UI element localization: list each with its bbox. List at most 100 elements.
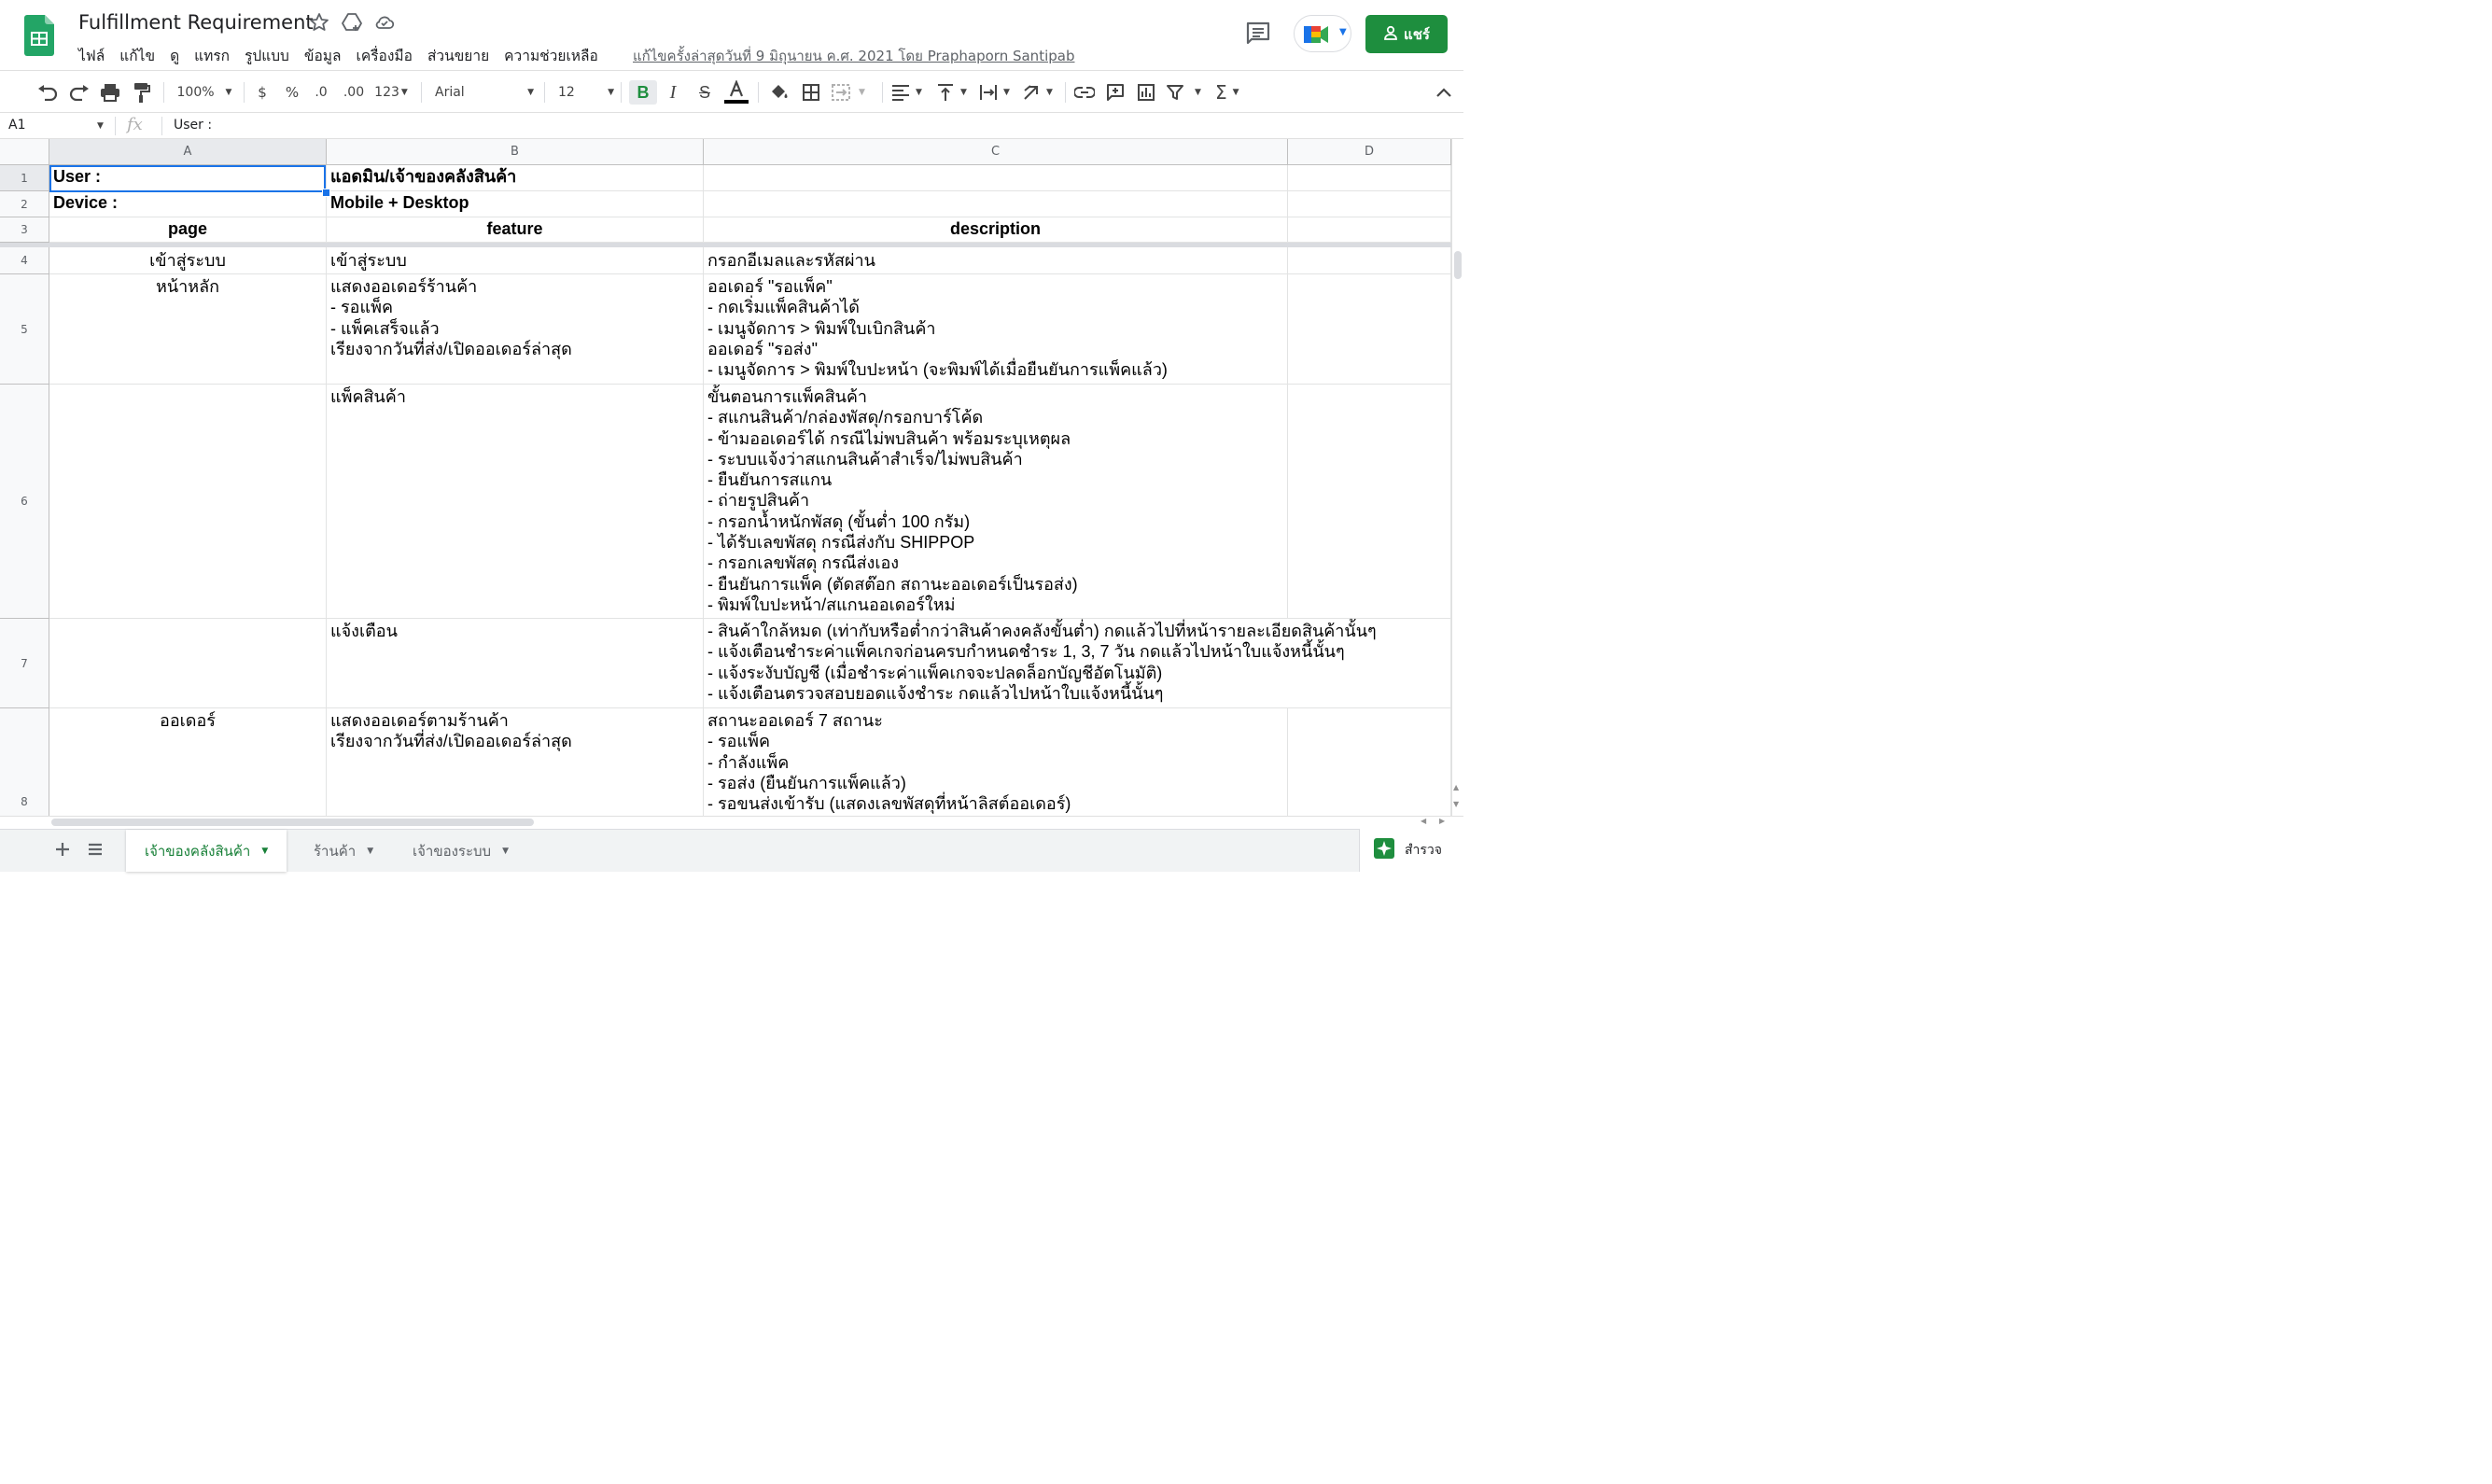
scroll-up-icon[interactable]: ▲ xyxy=(1453,783,1459,791)
menu-format[interactable]: รูปแบบ xyxy=(245,44,289,66)
cell-c5[interactable]: ออเดอร์ "รอแพ็ค" - กดเริ่มแพ็คสินค้าได้ … xyxy=(704,274,1288,385)
menu-insert[interactable]: แทรก xyxy=(194,44,230,66)
cell-a8[interactable]: ออเดอร์ xyxy=(49,708,327,816)
cell-a3[interactable]: page xyxy=(49,217,327,243)
sheet-tab-warehouse-owner[interactable]: เจ้าของคลังสินค้า ▼ xyxy=(126,830,287,872)
cell-a2[interactable]: Device : xyxy=(49,191,327,217)
menu-file[interactable]: ไฟล์ xyxy=(78,44,105,66)
text-color-icon[interactable] xyxy=(723,80,749,105)
chevron-down-icon[interactable]: ▼ xyxy=(502,847,509,856)
cell-a7[interactable] xyxy=(49,619,327,708)
menu-tools[interactable]: เครื่องมือ xyxy=(357,44,413,66)
cell-c6[interactable]: ขั้นตอนการแพ็คสินค้า - สแกนสินค้า/กล่องพ… xyxy=(704,385,1288,619)
menu-data[interactable]: ข้อมูล xyxy=(304,44,342,66)
column-header-b[interactable]: B xyxy=(327,139,704,165)
strikethrough-icon[interactable]: S xyxy=(693,80,717,105)
row-header[interactable]: 2 xyxy=(0,191,49,217)
scroll-left-icon[interactable]: ◀ xyxy=(1421,817,1426,825)
menu-extensions[interactable]: ส่วนขยาย xyxy=(427,44,489,66)
vertical-scrollbar[interactable] xyxy=(1451,139,1463,816)
row-header[interactable]: 1 xyxy=(0,165,49,191)
scroll-down-icon[interactable]: ▼ xyxy=(1453,800,1459,808)
cell-d5[interactable] xyxy=(1288,274,1451,385)
cell-d2[interactable] xyxy=(1288,191,1451,217)
increase-decimal-button[interactable]: .00 xyxy=(342,80,366,105)
cell-c7[interactable]: - สินค้าใกล้หมด (เท่ากับหรือต่ำกว่าสินค้… xyxy=(704,619,1377,708)
borders-icon[interactable] xyxy=(799,80,823,105)
cell-d3[interactable] xyxy=(1288,217,1451,243)
spreadsheet-grid[interactable]: A B C D 1 User : แอดมิน/เจ้าของคลังสินค้… xyxy=(0,139,1463,816)
chevron-down-icon[interactable]: ▼ xyxy=(97,121,104,131)
cell-d1[interactable] xyxy=(1288,165,1451,191)
formula-input[interactable]: User : xyxy=(174,118,212,133)
percent-format-button[interactable]: % xyxy=(282,80,302,105)
row-header[interactable]: 3 xyxy=(0,217,49,243)
vertical-align-icon[interactable]: ▼ xyxy=(936,80,973,105)
add-sheet-icon[interactable] xyxy=(52,839,73,860)
column-header-d[interactable]: D xyxy=(1288,139,1451,165)
document-title[interactable]: Fulfillment Requirement xyxy=(78,11,314,34)
cloud-status-icon[interactable] xyxy=(373,11,396,34)
number-format-select[interactable]: 123 ▼ xyxy=(371,80,411,105)
italic-icon[interactable]: I xyxy=(661,80,685,105)
cell-b7[interactable]: แจ้งเตือน xyxy=(327,619,704,708)
select-all-corner[interactable] xyxy=(0,139,49,165)
functions-icon[interactable]: Σ ▼ xyxy=(1215,80,1253,105)
cell-b6[interactable]: แพ็คสินค้า xyxy=(327,385,704,619)
menu-help[interactable]: ความช่วยเหลือ xyxy=(504,44,598,66)
column-header-a[interactable]: A xyxy=(49,139,327,165)
cell-a5[interactable]: หน้าหลัก xyxy=(49,274,327,385)
filter-icon[interactable]: ▼ xyxy=(1167,80,1211,105)
chevron-down-icon[interactable]: ▼ xyxy=(261,847,268,856)
row-header[interactable]: 6 xyxy=(0,385,49,619)
sheet-tab-store[interactable]: ร้านค้า ▼ xyxy=(295,830,392,872)
insert-chart-icon[interactable] xyxy=(1134,80,1158,105)
horizontal-scrollbar-thumb[interactable] xyxy=(51,819,534,826)
cell-b8[interactable]: แสดงออเดอร์ตามร้านค้า เรียงจากวันที่ส่ง/… xyxy=(327,708,704,816)
fill-handle[interactable] xyxy=(322,189,330,197)
cell-d8[interactable] xyxy=(1288,708,1451,816)
comment-history-icon[interactable] xyxy=(1245,21,1271,47)
menu-edit[interactable]: แก้ไข xyxy=(119,44,155,66)
star-icon[interactable] xyxy=(308,11,330,34)
cell-b2[interactable]: Mobile + Desktop xyxy=(327,191,704,217)
paint-format-icon[interactable] xyxy=(130,80,154,105)
text-wrapping-icon[interactable]: ▼ xyxy=(979,80,1016,105)
scroll-right-icon[interactable]: ▶ xyxy=(1439,817,1445,825)
insert-comment-icon[interactable] xyxy=(1103,80,1127,105)
cell-b1[interactable]: แอดมิน/เจ้าของคลังสินค้า xyxy=(327,165,704,191)
sheet-tab-system-owner[interactable]: เจ้าของระบบ ▼ xyxy=(394,830,527,872)
vertical-scrollbar-thumb[interactable] xyxy=(1454,251,1462,279)
cell-d7[interactable] xyxy=(1288,619,1451,708)
insert-link-icon[interactable] xyxy=(1072,80,1097,105)
bold-icon[interactable]: B xyxy=(629,80,657,105)
row-header[interactable]: 5 xyxy=(0,274,49,385)
currency-format-button[interactable]: $ xyxy=(252,80,273,105)
share-button[interactable]: แชร์ xyxy=(1365,15,1448,53)
text-rotation-icon[interactable]: ▼ xyxy=(1022,80,1059,105)
last-edit-link[interactable]: แก้ไขครั้งล่าสุดวันที่ 9 มิถุนายน ค.ศ. 2… xyxy=(633,45,1074,67)
all-sheets-icon[interactable] xyxy=(85,839,105,860)
cell-c1[interactable] xyxy=(704,165,1288,191)
cell-c3[interactable]: description xyxy=(704,217,1288,243)
fill-color-icon[interactable] xyxy=(767,80,791,105)
cell-c4[interactable]: กรอกอีเมลและรหัสผ่าน xyxy=(704,247,1288,274)
print-icon[interactable] xyxy=(98,80,122,105)
merge-cells-icon[interactable]: ▼ xyxy=(831,80,875,105)
move-to-drive-icon[interactable] xyxy=(341,11,363,34)
sheets-logo-icon[interactable] xyxy=(24,15,54,56)
row-header[interactable]: 8 xyxy=(0,708,49,816)
font-size-select[interactable]: 12 ▼ xyxy=(558,80,614,105)
cell-b4[interactable]: เข้าสู่ระบบ xyxy=(327,247,704,274)
horizontal-align-icon[interactable]: ▼ xyxy=(891,80,929,105)
row-header[interactable]: 4 xyxy=(0,247,49,274)
meet-button[interactable]: ▼ xyxy=(1294,15,1351,52)
chevron-down-icon[interactable]: ▼ xyxy=(367,847,373,856)
collapse-menus-icon[interactable] xyxy=(1434,80,1454,105)
cell-a6[interactable] xyxy=(49,385,327,619)
explore-button[interactable]: สำรวจ xyxy=(1359,829,1463,872)
undo-icon[interactable] xyxy=(35,80,60,105)
zoom-select[interactable]: 100% ▼ xyxy=(174,80,235,105)
cell-d4[interactable] xyxy=(1288,247,1451,274)
redo-icon[interactable] xyxy=(67,80,91,105)
